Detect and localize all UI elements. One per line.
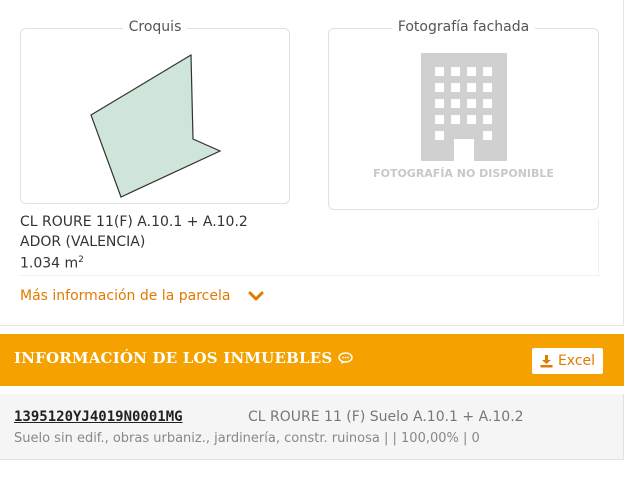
- download-icon: [540, 355, 553, 368]
- chevron-down-icon: [248, 291, 264, 301]
- parcel-area: 1.034 m2: [20, 255, 84, 272]
- inmuebles-title: INFORMACIÓN DE LOS INMUEBLES: [14, 349, 354, 367]
- more-info-label: Más información de la parcela: [20, 288, 231, 304]
- photo-unavailable-text: FOTOGRAFÍA NO DISPONIBLE: [373, 167, 554, 180]
- divider: [20, 275, 600, 276]
- parcel-card: Croquis Fotografía fachada FOTOGRAFÍA NO…: [0, 0, 624, 326]
- fachada-panel: Fotografía fachada FOTOGRAFÍA NO DISPONI…: [328, 19, 599, 210]
- parcel-shape: [90, 53, 222, 198]
- excel-export-button[interactable]: Excel: [532, 348, 603, 374]
- parcel-address-line1: CL ROURE 11(F) A.10.1 + A.10.2: [20, 214, 248, 230]
- building-icon: [421, 53, 507, 161]
- inmueble-description: Suelo sin edif., obras urbaniz., jardine…: [14, 431, 480, 446]
- inmuebles-header: INFORMACIÓN DE LOS INMUEBLES Excel: [0, 334, 624, 386]
- divider: [598, 218, 599, 274]
- parcel-municipality: ADOR (VALENCIA): [20, 234, 146, 250]
- more-info-link[interactable]: Más información de la parcela: [20, 288, 264, 304]
- chat-bubble-icon[interactable]: [338, 351, 354, 365]
- parcel-sketch[interactable]: [21, 29, 291, 205]
- cadastral-reference-link[interactable]: 1395120YJ4019N0001MG: [14, 409, 183, 425]
- inmueble-address: CL ROURE 11 (F) Suelo A.10.1 + A.10.2: [248, 409, 524, 425]
- croquis-panel: Croquis: [20, 19, 291, 205]
- excel-label: Excel: [557, 353, 596, 369]
- inmueble-list-item: 1395120YJ4019N0001MG CL ROURE 11 (F) Sue…: [0, 394, 624, 460]
